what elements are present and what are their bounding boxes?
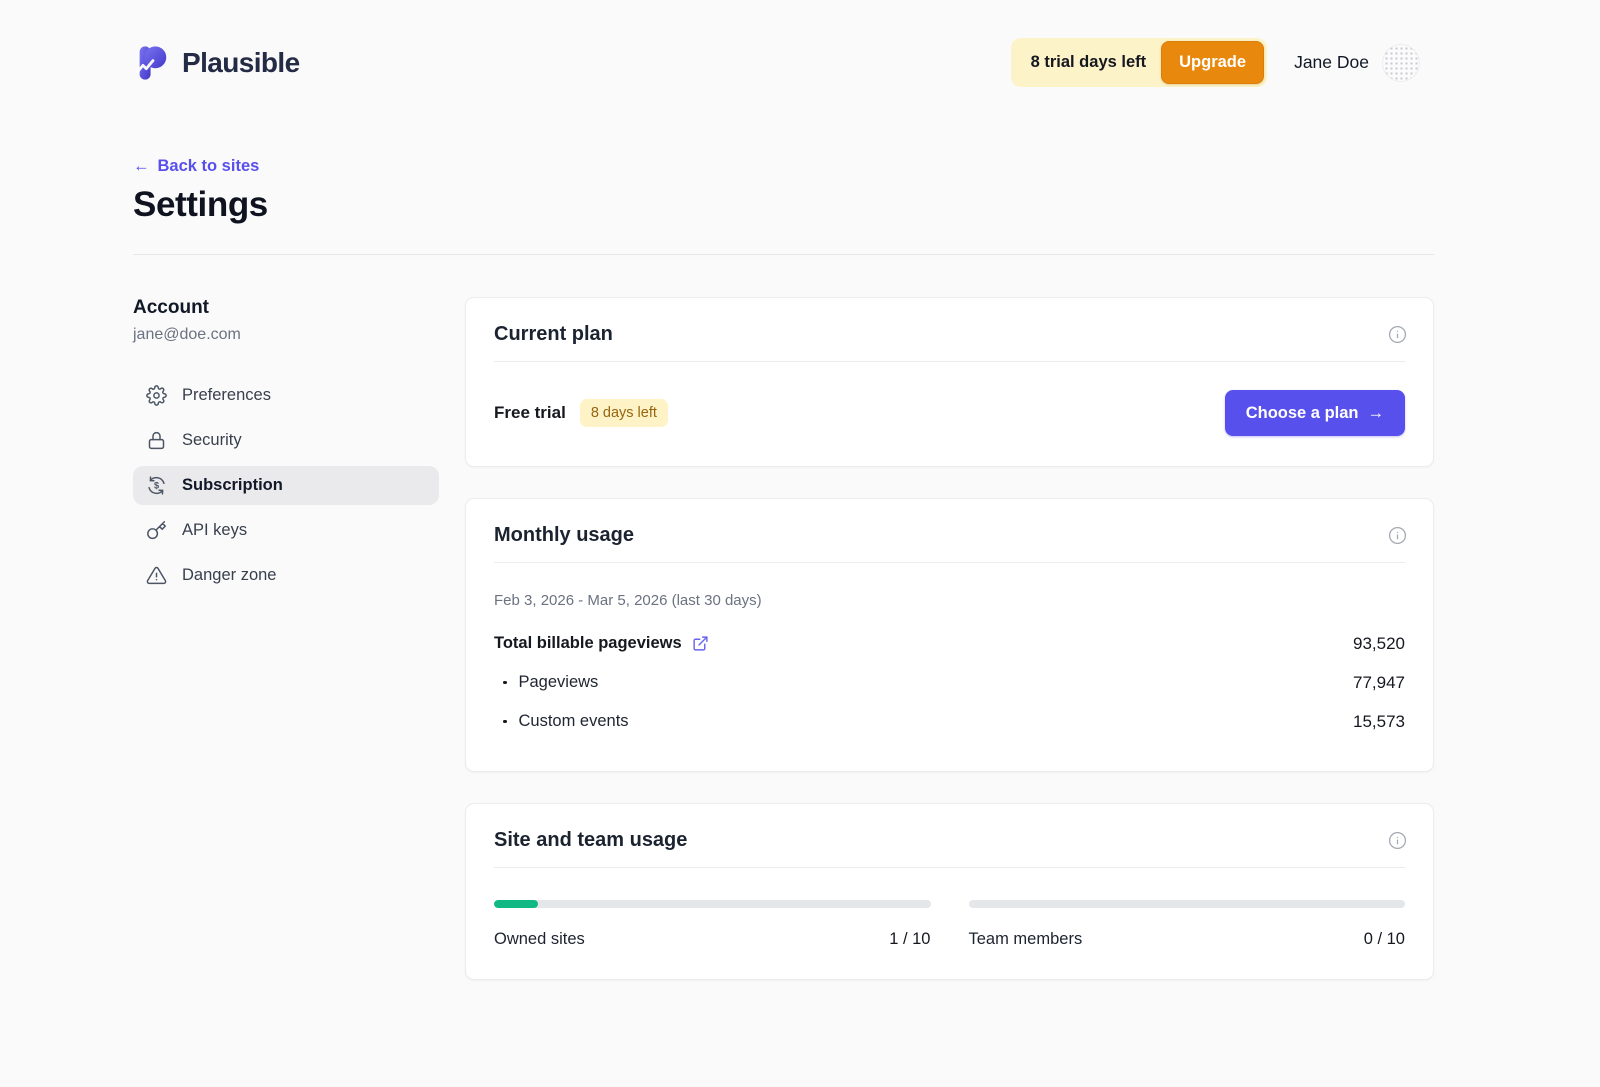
key-icon bbox=[146, 520, 167, 541]
site-team-usage-title: Site and team usage bbox=[494, 829, 687, 852]
usage-period: Feb 3, 2026 - Mar 5, 2026 (last 30 days) bbox=[494, 592, 1405, 609]
settings-page: ← Back to sites Settings Account jane@do… bbox=[133, 157, 1434, 980]
team-members-meter: Team members 0 / 10 bbox=[969, 900, 1406, 949]
monthly-usage-card: Monthly usage Feb 3, 2026 - Mar 5, 2026 … bbox=[465, 498, 1434, 772]
header-actions: 8 trial days left Upgrade Jane Doe bbox=[1011, 38, 1420, 87]
progress-fill bbox=[494, 900, 538, 908]
info-icon[interactable] bbox=[1388, 325, 1407, 344]
current-plan-title: Current plan bbox=[494, 323, 613, 346]
top-header: Plausible 8 trial days left Upgrade Jane… bbox=[0, 0, 1600, 87]
svg-text:$: $ bbox=[154, 481, 159, 491]
owned-sites-count: 1 / 10 bbox=[889, 930, 930, 949]
back-arrow-icon: ← bbox=[133, 157, 150, 176]
sidebar-item-danger-zone[interactable]: Danger zone bbox=[133, 556, 439, 595]
user-menu[interactable]: Jane Doe bbox=[1294, 44, 1420, 82]
title-divider bbox=[133, 254, 1434, 255]
bullet-dot bbox=[503, 720, 507, 724]
owned-sites-label: Owned sites bbox=[494, 930, 585, 949]
plausible-logo[interactable]: Plausible bbox=[133, 44, 300, 82]
progress-track bbox=[494, 900, 931, 908]
sidebar-item-preferences[interactable]: Preferences bbox=[133, 376, 439, 415]
sidebar-item-label: Preferences bbox=[182, 386, 271, 405]
choose-plan-label: Choose a plan bbox=[1246, 404, 1359, 423]
bullet-dot bbox=[503, 681, 507, 685]
sidebar-section-title: Account bbox=[133, 297, 439, 319]
info-icon[interactable] bbox=[1388, 526, 1407, 545]
sidebar-item-security[interactable]: Security bbox=[133, 421, 439, 460]
back-to-sites-link[interactable]: ← Back to sites bbox=[133, 157, 259, 176]
settings-main: Current plan Free trial 8 days left Choo… bbox=[465, 297, 1434, 980]
trial-days-text: 8 trial days left bbox=[1031, 53, 1147, 72]
external-link-icon[interactable] bbox=[692, 635, 709, 652]
sidebar-item-api-keys[interactable]: API keys bbox=[133, 511, 439, 550]
trial-banner: 8 trial days left Upgrade bbox=[1011, 38, 1268, 87]
subscription-icon: $ bbox=[146, 475, 167, 496]
plan-name: Free trial bbox=[494, 403, 566, 423]
custom-events-label: Custom events bbox=[519, 712, 629, 731]
sidebar-nav: Preferences Security $ bbox=[133, 376, 439, 595]
sidebar-item-label: API keys bbox=[182, 521, 247, 540]
warning-icon bbox=[146, 565, 167, 586]
sidebar-item-label: Security bbox=[182, 431, 242, 450]
back-link-label: Back to sites bbox=[158, 157, 260, 176]
current-plan-card: Current plan Free trial 8 days left Choo… bbox=[465, 297, 1434, 467]
team-members-label: Team members bbox=[969, 930, 1083, 949]
pageviews-row: Pageviews 77,947 bbox=[494, 663, 1405, 702]
custom-events-value: 15,573 bbox=[1353, 712, 1405, 732]
sidebar-item-subscription[interactable]: $ Subscription bbox=[133, 466, 439, 505]
brand-wordmark: Plausible bbox=[182, 47, 300, 79]
site-team-usage-card: Site and team usage Owned sites 1 / 10 bbox=[465, 803, 1434, 980]
days-left-badge: 8 days left bbox=[580, 399, 668, 428]
sidebar-item-label: Subscription bbox=[182, 476, 283, 495]
plausible-logo-icon bbox=[133, 44, 171, 82]
monthly-usage-title: Monthly usage bbox=[494, 524, 634, 547]
account-email: jane@doe.com bbox=[133, 326, 439, 344]
settings-sidebar: Account jane@doe.com Preferences Securit… bbox=[133, 297, 439, 595]
upgrade-button[interactable]: Upgrade bbox=[1161, 41, 1264, 84]
total-billable-label: Total billable pageviews bbox=[494, 634, 682, 653]
user-name: Jane Doe bbox=[1294, 52, 1369, 73]
page-title: Settings bbox=[133, 185, 1434, 225]
total-billable-value: 93,520 bbox=[1353, 634, 1405, 654]
sidebar-item-label: Danger zone bbox=[182, 566, 276, 585]
total-billable-row: Total billable pageviews 93,520 bbox=[494, 624, 1405, 663]
lock-icon bbox=[146, 430, 167, 451]
pageviews-value: 77,947 bbox=[1353, 673, 1405, 693]
avatar[interactable] bbox=[1382, 44, 1420, 82]
owned-sites-meter: Owned sites 1 / 10 bbox=[494, 900, 931, 949]
team-members-count: 0 / 10 bbox=[1364, 930, 1405, 949]
custom-events-row: Custom events 15,573 bbox=[494, 702, 1405, 741]
progress-track bbox=[969, 900, 1406, 908]
pageviews-label: Pageviews bbox=[519, 673, 599, 692]
gear-icon bbox=[146, 385, 167, 406]
choose-plan-button[interactable]: Choose a plan → bbox=[1225, 390, 1405, 436]
info-icon[interactable] bbox=[1388, 831, 1407, 850]
arrow-right-icon: → bbox=[1368, 404, 1385, 423]
